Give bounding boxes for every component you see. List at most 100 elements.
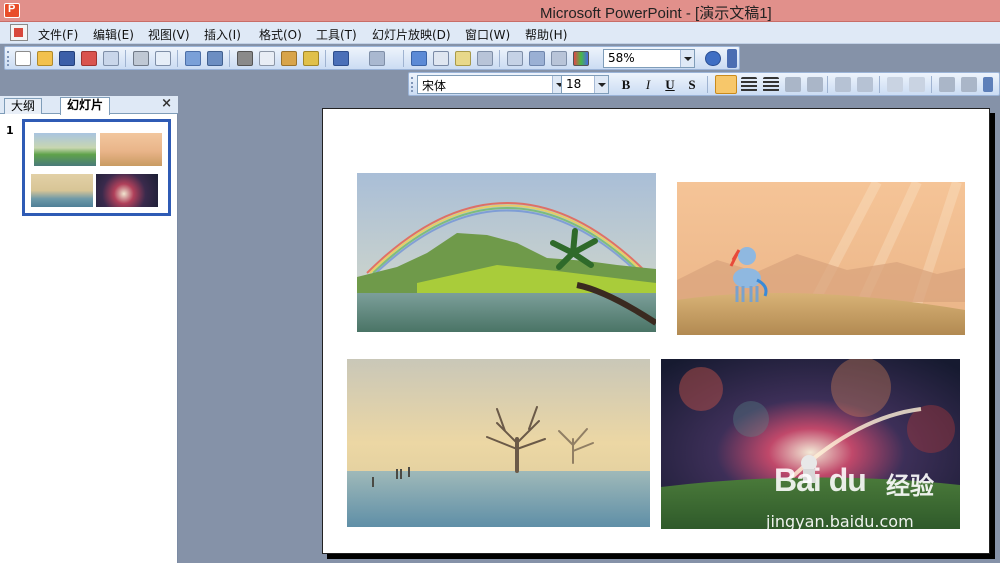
decrease-font-icon[interactable] (909, 77, 925, 92)
print-preview-icon[interactable] (155, 51, 171, 66)
undo-dropdown-icon[interactable] (355, 51, 363, 66)
close-pane-icon[interactable]: × (161, 96, 172, 111)
spelling-icon[interactable] (185, 51, 201, 66)
menu-format[interactable]: 格式(O) (259, 26, 302, 43)
powerpoint-app-icon[interactable] (4, 3, 20, 18)
toolbar-grip[interactable] (411, 77, 414, 92)
numbering-icon[interactable] (835, 77, 851, 92)
hyperlink-icon[interactable] (477, 51, 493, 66)
toolbar-separator (403, 50, 404, 67)
scrollbar-track[interactable] (995, 96, 1000, 563)
toolbar-separator (499, 50, 500, 67)
slide-thumbnail[interactable] (22, 119, 171, 216)
bold-button[interactable]: B (617, 76, 635, 93)
document-icon[interactable] (10, 24, 28, 41)
align-right-icon[interactable] (763, 77, 779, 92)
paste-icon[interactable] (281, 51, 297, 66)
menu-edit[interactable]: 编辑(E) (93, 26, 134, 43)
decrease-indent-icon[interactable] (939, 77, 955, 92)
tables-borders-icon[interactable] (455, 51, 471, 66)
window-title: Microsoft PowerPoint - [演示文稿1] (540, 5, 772, 22)
toolbar-separator (827, 76, 828, 93)
show-formatting-icon[interactable] (529, 51, 545, 66)
tab-slides[interactable]: 幻灯片 (60, 97, 111, 115)
menu-view[interactable]: 视图(V) (148, 26, 190, 43)
slide-picture-misty-trees[interactable] (347, 359, 650, 527)
shadow-button[interactable]: S (683, 76, 701, 93)
thumbnail-picture (96, 174, 158, 207)
help-icon[interactable] (705, 51, 721, 66)
italic-button[interactable]: I (639, 76, 657, 93)
copy-icon[interactable] (259, 51, 275, 66)
pane-tabs: 大纲 幻灯片 × (0, 96, 178, 115)
slide-number: 1 (6, 124, 14, 137)
standard-toolbar: 58% (4, 46, 740, 70)
font-size-value: 18 (566, 77, 582, 91)
font-size-select[interactable]: 18 (561, 75, 609, 94)
toolbar-separator (879, 76, 880, 93)
toolbar-separator (177, 50, 178, 67)
thumbnail-picture (34, 133, 96, 166)
text-direction-icon[interactable] (807, 77, 823, 92)
menu-help[interactable]: 帮助(H) (525, 26, 567, 43)
slides-pane: 大纲 幻灯片 × 1 (0, 96, 178, 563)
research-icon[interactable] (207, 51, 223, 66)
email-icon[interactable] (103, 51, 119, 66)
thumbnail-picture (100, 133, 162, 166)
align-left-icon[interactable] (715, 75, 737, 94)
zoom-value: 58% (608, 51, 635, 65)
show-grid-icon[interactable] (551, 51, 567, 66)
new-icon[interactable] (15, 51, 31, 66)
font-size-dropdown-icon[interactable] (594, 76, 608, 93)
watermark-chinese: 经验 (886, 472, 934, 500)
bullets-icon[interactable] (857, 77, 873, 92)
font-name-value: 宋体 (422, 79, 447, 93)
open-icon[interactable] (37, 51, 53, 66)
menu-window[interactable]: 窗口(W) (465, 26, 510, 43)
menu-bar: 文件(F) 编辑(E) 视图(V) 插入(I) 格式(O) 工具(T) 幻灯片放… (0, 22, 1000, 44)
tab-outline[interactable]: 大纲 (4, 98, 43, 114)
watermark-brand: Bai du (774, 462, 867, 498)
increase-indent-icon[interactable] (961, 77, 977, 92)
menu-slideshow[interactable]: 幻灯片放映(D) (372, 26, 451, 43)
redo-icon[interactable] (369, 51, 385, 66)
toolbar-separator (229, 50, 230, 67)
increase-font-icon[interactable] (887, 77, 903, 92)
toolbar-options-icon[interactable] (727, 49, 737, 68)
print-icon[interactable] (133, 51, 149, 66)
toolbar-grip[interactable] (7, 51, 10, 66)
toolbar-separator (707, 76, 708, 93)
color-grayscale-icon[interactable] (573, 51, 589, 66)
title-bar: Microsoft PowerPoint - [演示文稿1] (0, 0, 1000, 22)
format-painter-icon[interactable] (303, 51, 319, 66)
formatting-options-icon[interactable] (983, 77, 993, 92)
distribute-icon[interactable] (785, 77, 801, 92)
menu-insert[interactable]: 插入(I) (204, 26, 241, 43)
toolbar-separator (931, 76, 932, 93)
underline-button[interactable]: U (661, 76, 679, 93)
permission-icon[interactable] (81, 51, 97, 66)
insert-chart-icon[interactable] (411, 51, 427, 66)
rainbow-lake-image (357, 173, 656, 332)
thumbnail-picture (31, 174, 93, 207)
misty-trees-image (347, 359, 650, 527)
zoom-dropdown-icon[interactable] (680, 50, 694, 67)
align-center-icon[interactable] (741, 77, 757, 92)
expand-all-icon[interactable] (507, 51, 523, 66)
save-icon[interactable] (59, 51, 75, 66)
insert-table-icon[interactable] (433, 51, 449, 66)
formatting-toolbar: 宋体 18 B I U S (408, 72, 1000, 96)
pony-field-image (677, 182, 965, 335)
undo-icon[interactable] (333, 51, 349, 66)
font-name-select[interactable]: 宋体 (417, 75, 567, 94)
watermark-url: jingyan.baidu.com (766, 512, 914, 531)
zoom-select[interactable]: 58% (603, 49, 695, 68)
menu-tools[interactable]: 工具(T) (316, 26, 357, 43)
baidu-watermark: Bai du 经验 jingyan.baidu.com (766, 456, 970, 536)
menu-file[interactable]: 文件(F) (38, 26, 78, 43)
slide-picture-pony[interactable] (677, 182, 965, 335)
slide-picture-rainbow[interactable] (357, 173, 656, 332)
toolbar-separator (325, 50, 326, 67)
toolbar-separator (125, 50, 126, 67)
cut-icon[interactable] (237, 51, 253, 66)
